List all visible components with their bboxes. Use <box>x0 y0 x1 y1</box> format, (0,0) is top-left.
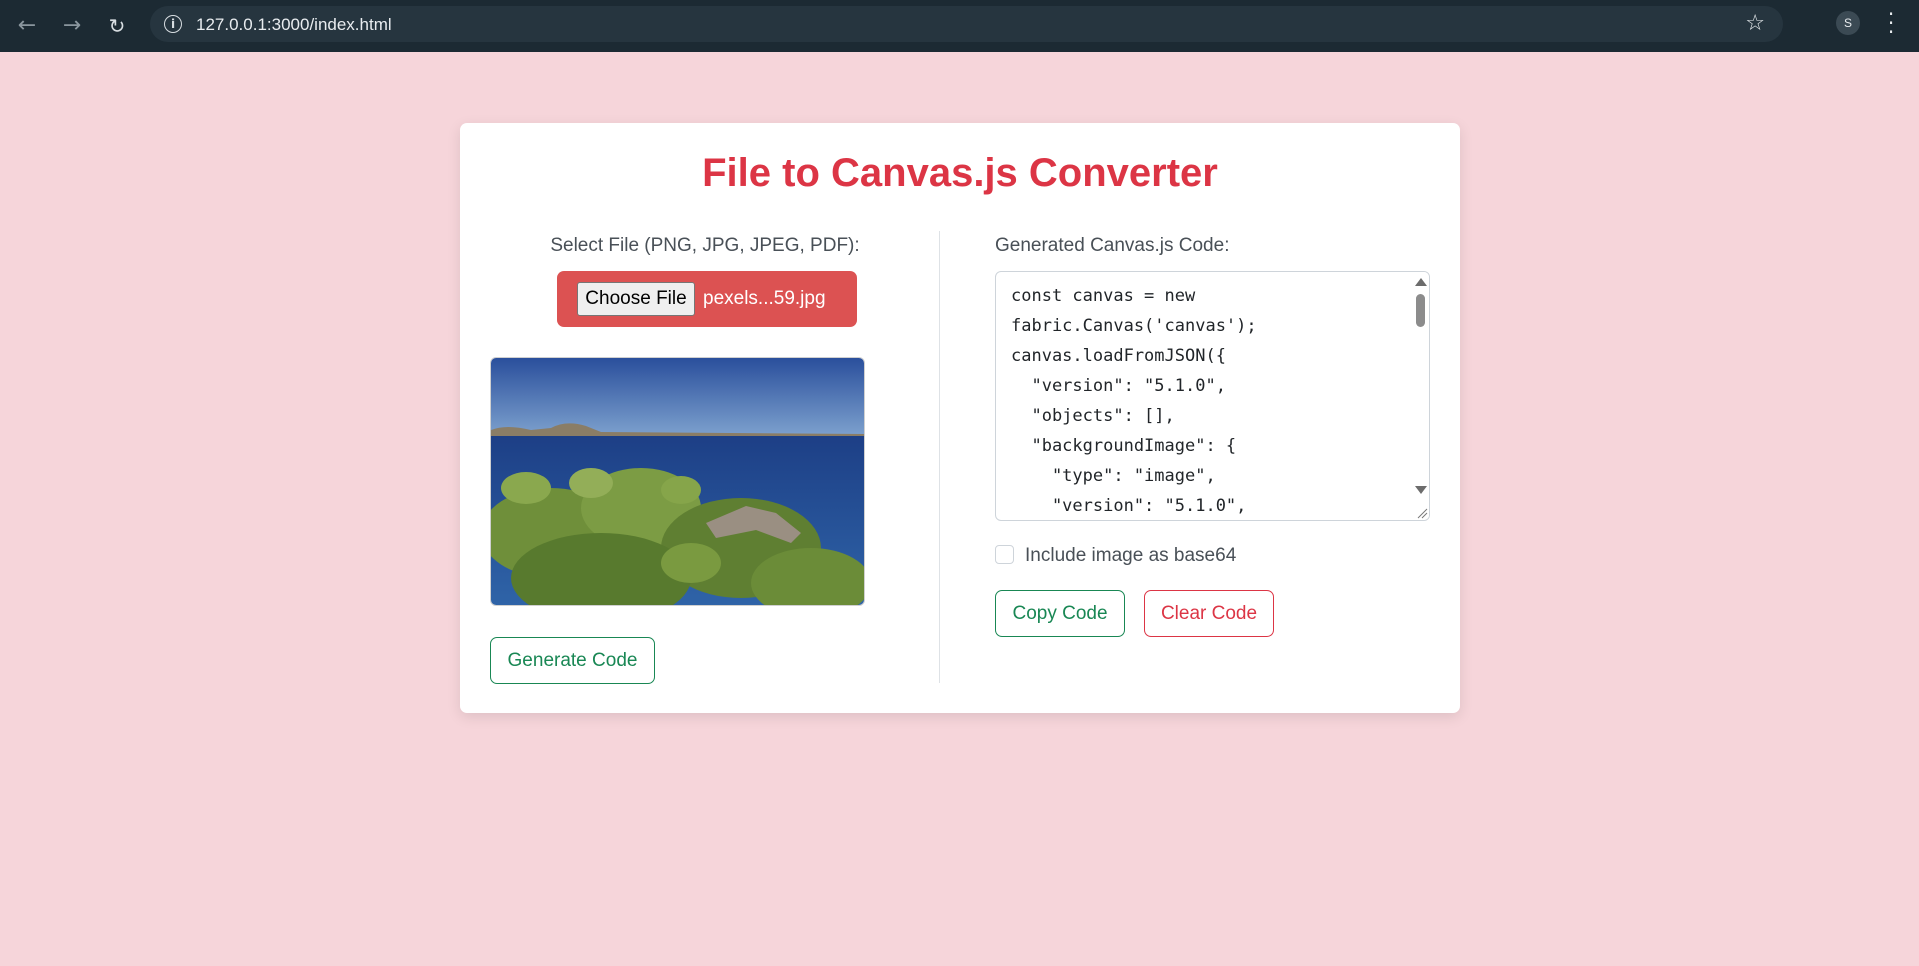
url-text[interactable]: 127.0.0.1:3000/index.html <box>196 15 392 35</box>
browser-toolbar: ← → ↻ i 127.0.0.1:3000/index.html ☆ S · ·… <box>0 0 1919 52</box>
copy-code-button[interactable]: Copy Code <box>995 590 1125 637</box>
file-select-label: Select File (PNG, JPG, JPEG, PDF): <box>550 235 860 256</box>
code-scrollbar[interactable] <box>1412 272 1429 520</box>
column-divider <box>939 231 940 683</box>
star-icon[interactable]: ☆ <box>1745 11 1765 36</box>
kebab-menu-icon[interactable]: · · · <box>1885 4 1897 42</box>
choose-file-button[interactable]: Choose File <box>577 282 695 316</box>
address-bar[interactable]: i 127.0.0.1:3000/index.html ☆ <box>150 6 1783 42</box>
page-title: File to Canvas.js Converter <box>702 151 1218 195</box>
reload-icon[interactable]: ↻ <box>102 11 132 41</box>
scroll-thumb[interactable] <box>1416 294 1425 327</box>
back-arrow-icon[interactable]: ← <box>12 11 42 41</box>
code-output-text[interactable]: const canvas = new fabric.Canvas('canvas… <box>1011 281 1411 520</box>
forward-arrow-icon[interactable]: → <box>57 11 87 41</box>
preview-image <box>491 358 864 605</box>
generate-code-button[interactable]: Generate Code <box>490 637 655 684</box>
clear-code-button[interactable]: Clear Code <box>1144 590 1274 637</box>
info-icon[interactable]: i <box>164 15 182 33</box>
file-input[interactable]: Choose File pexels...59.jpg <box>557 271 857 327</box>
include-base64-label[interactable]: Include image as base64 <box>1025 545 1236 567</box>
code-output-textarea[interactable]: const canvas = new fabric.Canvas('canvas… <box>995 271 1430 521</box>
scroll-down-arrow-icon[interactable] <box>1415 486 1427 494</box>
include-base64-checkbox[interactable] <box>995 545 1014 564</box>
selected-file-name: pexels...59.jpg <box>703 288 826 309</box>
scroll-up-arrow-icon[interactable] <box>1415 278 1427 286</box>
code-output-label: Generated Canvas.js Code: <box>995 235 1230 256</box>
resize-grip-icon[interactable] <box>1414 505 1428 519</box>
image-preview <box>490 357 865 606</box>
converter-card: File to Canvas.js Converter Select File … <box>460 123 1460 713</box>
profile-avatar[interactable]: S <box>1836 11 1860 35</box>
